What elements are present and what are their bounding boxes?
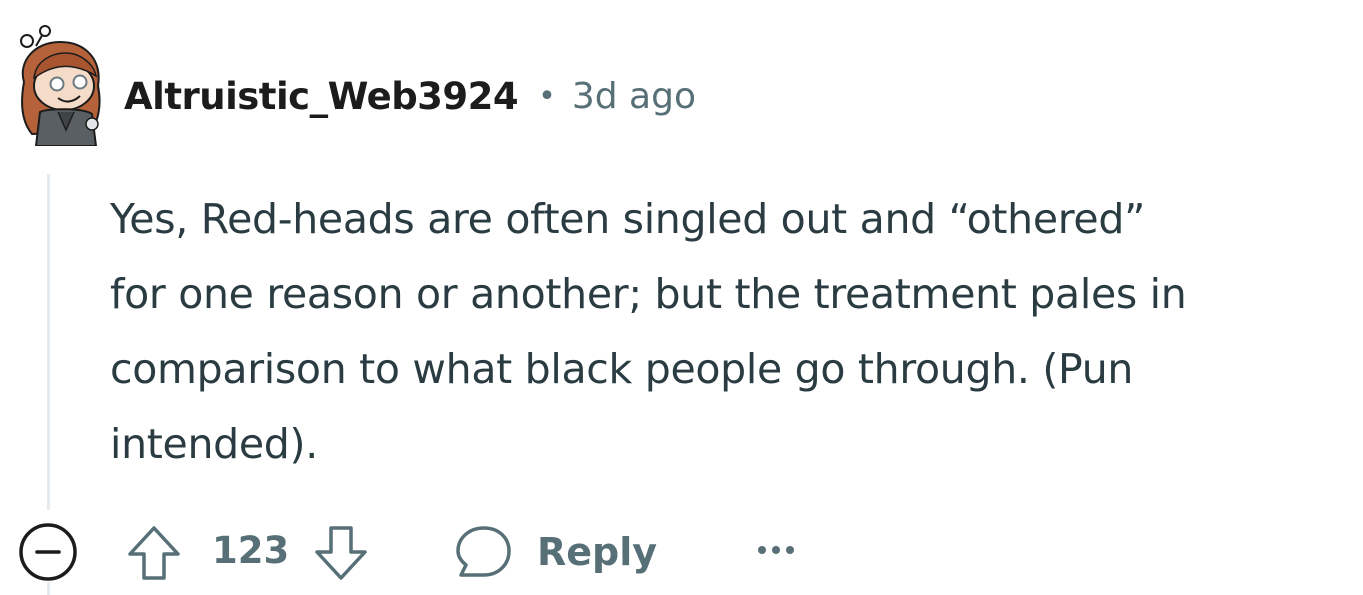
collapse-button[interactable] (17, 521, 79, 583)
thread-line[interactable] (47, 174, 50, 510)
timestamp[interactable]: 3d ago (572, 76, 696, 117)
meta-separator: • (538, 78, 556, 114)
arrow-down-icon (315, 526, 367, 580)
comment-actions: 123 Reply (0, 518, 1363, 584)
minus-circle-icon (19, 523, 77, 581)
more-options-button[interactable] (753, 532, 799, 568)
reply-button[interactable]: Reply (453, 522, 657, 582)
upvote-button[interactable] (126, 524, 182, 582)
author-name[interactable]: Altruistic_Web3924 (124, 75, 519, 118)
ellipsis-icon (758, 546, 794, 554)
speech-bubble-icon (456, 526, 511, 577)
arrow-up-icon (128, 526, 180, 580)
reply-label: Reply (537, 530, 658, 574)
comment-body: Yes, Red-heads are often singled out and… (110, 195, 1187, 468)
snoo-avatar-icon[interactable] (14, 24, 108, 146)
comment-header: Altruistic_Web3924 • 3d ago (124, 70, 696, 122)
downvote-button[interactable] (313, 524, 369, 582)
vote-count: 123 (212, 529, 290, 572)
comment: Altruistic_Web3924 • 3d ago Yes, Red-hea… (0, 0, 1363, 595)
